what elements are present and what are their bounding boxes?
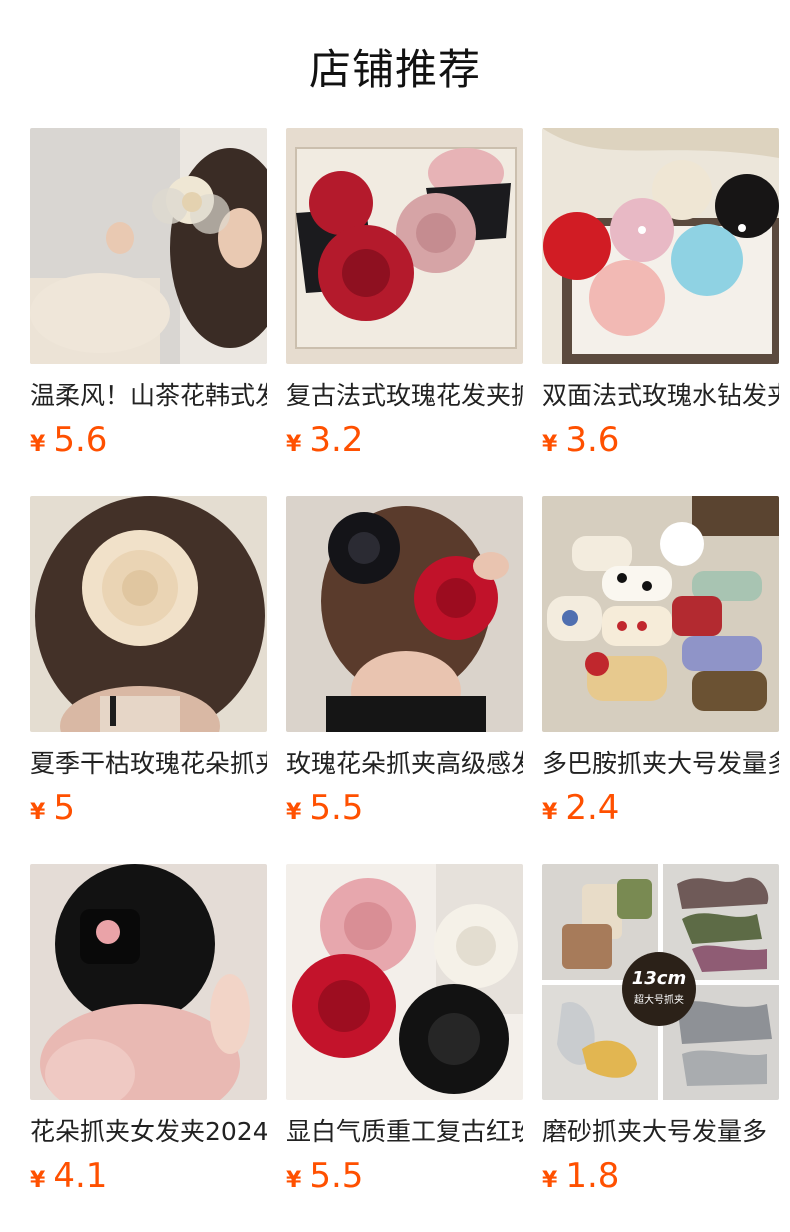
currency-symbol: ¥ [286,432,302,457]
currency-symbol: ¥ [30,432,46,457]
price-value: 5.6 [53,420,108,460]
price-value: 2.4 [565,788,620,828]
product-image[interactable] [30,864,267,1100]
size-badge-label: 超大号抓夹 [634,995,684,1006]
product-image[interactable] [542,496,779,732]
product-price: ¥1.8 [542,1154,779,1198]
product-price: ¥5 [30,786,267,830]
product-image[interactable] [542,128,779,364]
product-price: ¥5.6 [30,418,267,462]
product-card[interactable]: 显白气质重工复古红玫瑰 ¥5.5 [286,864,523,1232]
price-value: 3.6 [565,420,620,460]
section-title: 店铺推荐 [308,45,481,94]
currency-symbol: ¥ [286,1168,302,1193]
product-card[interactable]: 夏季干枯玫瑰花朵抓夹 ¥5 [30,496,267,864]
currency-symbol: ¥ [542,1168,558,1193]
product-name[interactable]: 复古法式玫瑰花发夹抓夹 [286,378,523,414]
product-price: ¥2.4 [542,786,779,830]
product-name[interactable]: 玫瑰花朵抓夹高级感发夹 [286,746,523,782]
product-card[interactable]: 玫瑰花朵抓夹高级感发夹 ¥5.5 [286,496,523,864]
product-image[interactable] [286,864,523,1100]
product-price: ¥3.2 [286,418,523,462]
product-card[interactable]: 复古法式玫瑰花发夹抓夹 ¥3.2 [286,128,523,496]
currency-symbol: ¥ [30,800,46,825]
price-value: 5.5 [309,1156,364,1196]
price-value: 5.5 [309,788,364,828]
product-image[interactable] [30,128,267,364]
currency-symbol: ¥ [542,432,558,457]
product-name[interactable]: 磨砂抓夹大号发量多 [542,1114,779,1150]
price-value: 1.8 [565,1156,620,1196]
product-card[interactable]: 花朵抓夹女发夹2024新款 ¥4.1 [30,864,267,1232]
size-badge-size: 13cm [631,968,687,989]
product-price: ¥5.5 [286,786,523,830]
product-price: ¥5.5 [286,1154,523,1198]
currency-symbol: ¥ [286,800,302,825]
product-price: ¥4.1 [30,1154,267,1198]
size-badge: 13cm 超大号抓夹 [622,952,696,1026]
product-card[interactable]: 13cm 超大号抓夹 磨砂抓夹大号发量多 ¥1.8 [542,864,779,1232]
product-name[interactable]: 双面法式玫瑰水钻发夹 [542,378,779,414]
product-name[interactable]: 显白气质重工复古红玫瑰 [286,1114,523,1150]
product-name[interactable]: 夏季干枯玫瑰花朵抓夹 [30,746,267,782]
product-card[interactable]: 多巴胺抓夹大号发量多 ¥2.4 [542,496,779,864]
product-image[interactable] [286,128,523,364]
product-name[interactable]: 温柔风！山茶花韩式发夹 [30,378,267,414]
currency-symbol: ¥ [30,1168,46,1193]
product-card[interactable]: 双面法式玫瑰水钻发夹 ¥3.6 [542,128,779,496]
currency-symbol: ¥ [542,800,558,825]
product-image[interactable]: 13cm 超大号抓夹 [542,864,779,1100]
price-value: 5 [53,788,75,828]
price-value: 4.1 [53,1156,108,1196]
product-grid: 温柔风！山茶花韩式发夹 ¥5.6 复古法式玫瑰花发夹抓夹 ¥3.2 [30,128,780,1232]
product-image[interactable] [286,496,523,732]
product-image[interactable] [30,496,267,732]
product-name[interactable]: 花朵抓夹女发夹2024新款 [30,1114,267,1150]
product-card[interactable]: 温柔风！山茶花韩式发夹 ¥5.6 [30,128,267,496]
product-price: ¥3.6 [542,418,779,462]
product-name[interactable]: 多巴胺抓夹大号发量多 [542,746,779,782]
price-value: 3.2 [309,420,364,460]
